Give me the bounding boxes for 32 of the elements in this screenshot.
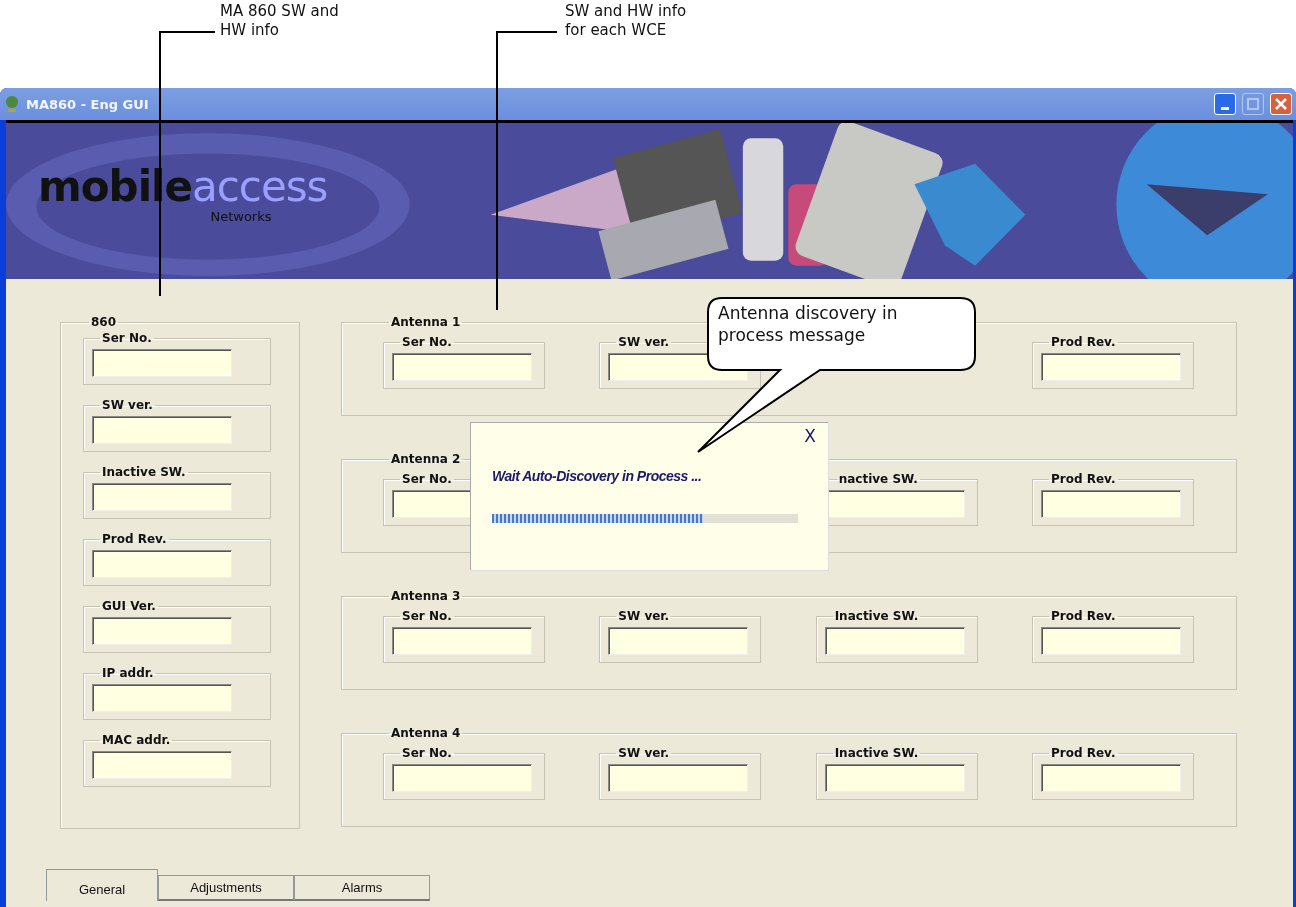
callout-text: Antenna discovery in process message [718,302,898,346]
group-title: Antenna 3 [390,589,462,603]
field-label: Inactive SW. [833,746,920,760]
field-label: GUI Ver. [101,599,157,613]
group-title: Antenna 2 [390,452,462,466]
field-label: Ser No. [401,609,453,623]
progress-message: Wait Auto-Discovery in Process ... [492,468,703,484]
group-title: 860 [90,315,118,329]
field-label: Prod Rev. [101,532,168,546]
field-label: Prod Rev. [1050,335,1117,349]
field-label: SW ver. [101,398,154,412]
field-label: Prod Rev. [1050,746,1117,760]
group-title: Antenna 1 [390,315,462,329]
field-label: SW ver. [617,746,671,760]
field-label: Prod Rev. [1050,609,1117,623]
field-label: nactive SW. [837,472,919,486]
field-label: Inactive SW. [833,609,920,623]
field-label: SW ver. [617,609,671,623]
field-label: Ser No. [401,335,453,349]
field-label: MAC addr. [101,733,172,747]
field-label: Prod Rev. [1050,472,1117,486]
logo-subtitle: Networks [210,209,272,224]
annotation-text: SW and HW info for each WCE [565,2,687,40]
window-title: MA860 - Eng GUI [26,96,150,112]
field-label: Ser No. [101,331,153,345]
group-title: Antenna 4 [390,726,462,740]
field-label: Inactive SW. [101,465,187,479]
field-label: IP addr. [101,666,155,680]
field-label: Ser No. [401,746,453,760]
field-label: SW ver. [617,335,671,349]
field-label: Ser No. [401,472,453,486]
annotation-text: MA 860 SW and HW info [220,2,339,40]
